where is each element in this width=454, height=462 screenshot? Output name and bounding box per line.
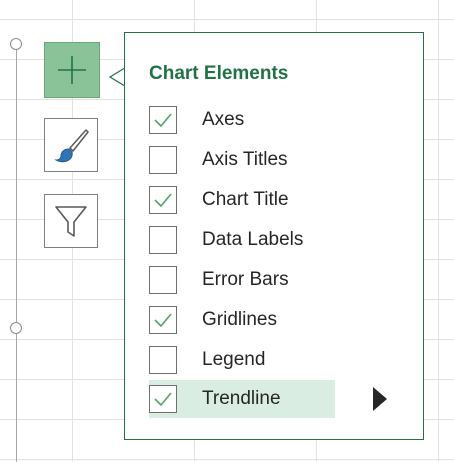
checkbox-chart-title[interactable] xyxy=(149,186,177,214)
element-label: Error Bars xyxy=(202,269,289,290)
element-label: Axis Titles xyxy=(202,149,288,170)
checkmark-icon xyxy=(154,193,172,208)
element-label: Gridlines xyxy=(202,309,277,330)
chart-resize-handle-middle[interactable] xyxy=(10,322,22,334)
element-label: Axes xyxy=(202,109,245,130)
checkmark-icon xyxy=(154,113,172,128)
checkbox-axes[interactable] xyxy=(149,106,177,134)
element-label: Legend xyxy=(202,349,266,370)
checkmark-icon xyxy=(154,392,172,407)
element-label: Trendline xyxy=(202,388,281,409)
funnel-icon xyxy=(55,206,87,237)
flyout-title: Chart Elements xyxy=(149,63,289,84)
checkbox-legend[interactable] xyxy=(149,346,177,374)
checkbox-error-bars[interactable] xyxy=(149,266,177,294)
element-row-axis-titles[interactable]: Axis Titles xyxy=(149,141,335,179)
element-row-chart-title[interactable]: Chart Title xyxy=(149,181,335,219)
plus-icon xyxy=(58,56,86,84)
element-row-trendline[interactable]: Trendline xyxy=(149,380,335,418)
chart-filters-button[interactable] xyxy=(44,194,98,248)
element-row-legend[interactable]: Legend xyxy=(149,341,335,379)
element-row-data-labels[interactable]: Data Labels xyxy=(149,221,335,259)
checkbox-axis-titles[interactable] xyxy=(149,146,177,174)
element-label: Data Labels xyxy=(202,229,304,250)
element-row-error-bars[interactable]: Error Bars xyxy=(149,261,335,299)
element-row-axes[interactable]: Axes xyxy=(149,101,335,139)
chart-styles-button[interactable] xyxy=(44,118,98,172)
element-label: Chart Title xyxy=(202,189,289,210)
chart-resize-handle-top[interactable] xyxy=(10,38,22,50)
checkmark-icon xyxy=(154,313,172,328)
checkbox-gridlines[interactable] xyxy=(149,306,177,334)
checkbox-data-labels[interactable] xyxy=(149,226,177,254)
element-row-gridlines[interactable]: Gridlines xyxy=(149,301,335,339)
paintbrush-icon xyxy=(54,129,89,163)
chart-elements-button[interactable] xyxy=(44,42,100,98)
submenu-arrow-icon[interactable] xyxy=(373,387,387,411)
chart-elements-flyout: Chart Elements Axes Axis Titles Chart Ti… xyxy=(124,32,424,440)
checkbox-trendline[interactable] xyxy=(149,385,177,413)
chart-frame-edge xyxy=(16,40,17,462)
